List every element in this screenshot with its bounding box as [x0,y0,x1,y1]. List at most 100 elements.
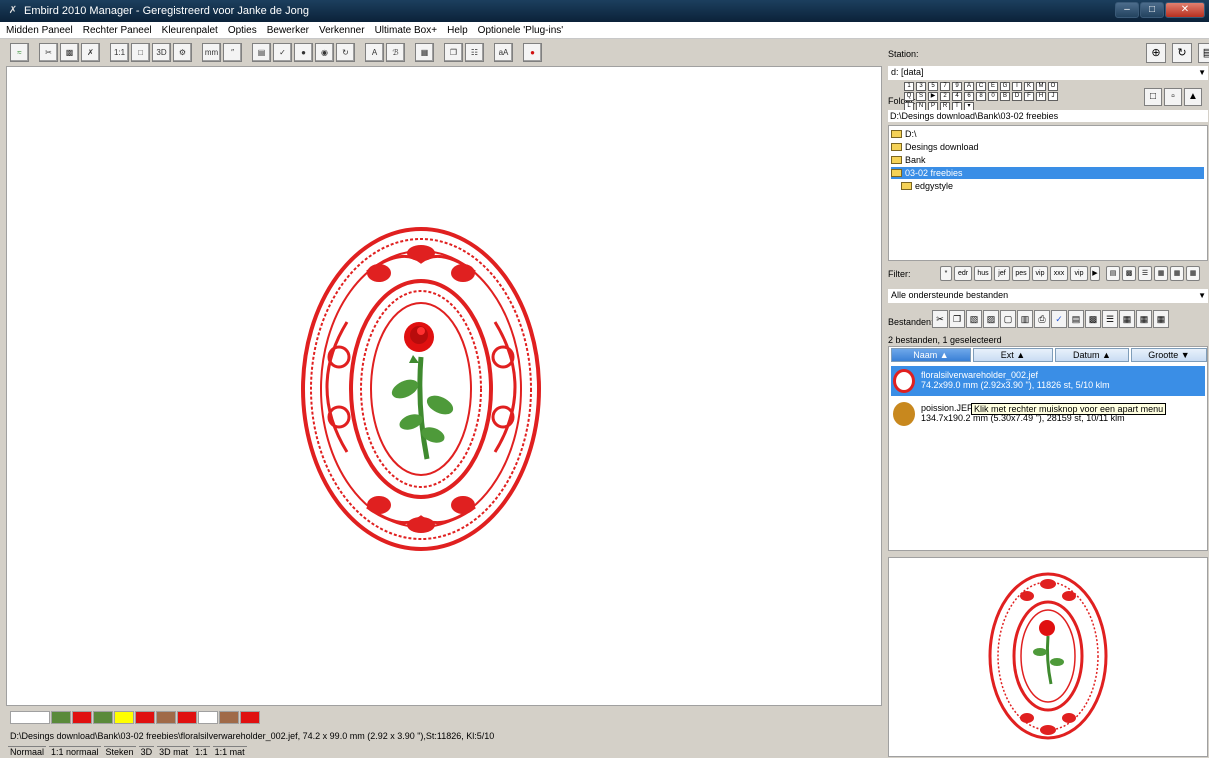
tab-1-1-mat[interactable]: 1:1 mat [212,746,247,758]
folder-letter-button[interactable]: ▶ [928,92,938,101]
drive-select[interactable]: d: [data] ▼ [888,66,1208,80]
menu-ultimate-box[interactable]: Ultimate Box+ [375,25,438,36]
menu-kleurenpalet[interactable]: Kleurenpalet [162,25,218,36]
key-icon[interactable]: ● [523,42,542,62]
color-swatch[interactable] [93,711,113,724]
filter-jef-button[interactable]: jef [994,266,1010,281]
copy-icon[interactable]: ❐ [444,42,463,62]
view-details-icon[interactable]: ☰ [1138,266,1152,281]
folder-letter-button[interactable]: 8 [976,92,986,101]
text-aa-button[interactable]: aA [494,42,513,62]
menu-bewerker[interactable]: Bewerker [267,25,309,36]
rotate-icon[interactable]: ↻ [336,42,355,62]
filter-pes-button[interactable]: pes [1012,266,1030,281]
filter-all-button[interactable]: * [940,266,952,281]
settings-icon[interactable]: ☷ [465,42,484,62]
folder-letter-button[interactable]: 1 [904,82,914,91]
scissors-icon[interactable]: ✂ [39,42,58,62]
filter-edr-button[interactable]: edr [954,266,972,281]
folder-letter-button[interactable]: F [1024,92,1034,101]
zoom-icon[interactable]: ⊕ [1146,43,1166,63]
folder-icon[interactable]: ▫ [1164,88,1182,106]
view-small-icon[interactable]: ▦ [1119,310,1135,328]
needle-icon[interactable]: ✓ [273,42,292,62]
design-canvas[interactable] [6,66,882,706]
folder-letter-button[interactable]: O [1048,82,1058,91]
view-tree-icon[interactable]: ▩ [1085,310,1101,328]
folder-letter-button[interactable]: I [1012,82,1022,91]
save-icon[interactable]: ▦ [415,42,434,62]
maximize-button[interactable]: □ [1140,2,1164,18]
folder-letter-button[interactable]: Q [904,92,914,101]
tab-normaal[interactable]: Normaal [8,746,47,758]
view-medium-icon[interactable]: ▦ [1136,310,1152,328]
folder-letter-button[interactable]: J [1048,92,1058,101]
filter-vip2-button[interactable]: vip [1070,266,1088,281]
folder-letter-button[interactable]: 2 [940,92,950,101]
view-3d-button[interactable]: 3D [152,42,171,62]
file-type-select[interactable]: Alle ondersteunde bestanden ▼ [888,289,1208,303]
folder-letter-button[interactable]: 0 [988,92,998,101]
close-button[interactable]: ✕ [1165,2,1205,18]
new-folder-icon[interactable]: □ [1144,88,1162,106]
zoom-1-1-button[interactable]: 1:1 [110,42,129,62]
color-swatch[interactable] [114,711,134,724]
print-icon[interactable]: ⎙ [1034,310,1050,328]
folder-letter-button[interactable]: G [1000,82,1010,91]
col-ext[interactable]: Ext ▲ [973,348,1053,362]
play-icon[interactable]: ▶ [1090,266,1100,281]
tab-3d-mat[interactable]: 3D mat [157,746,191,758]
tab-steken[interactable]: Steken [103,746,136,758]
col-grootte[interactable]: Grootte ▼ [1131,348,1207,362]
folder-letter-button[interactable]: 5 [928,82,938,91]
hoop2-icon[interactable]: ◉ [315,42,334,62]
view-medium-icon[interactable]: ▦ [1170,266,1184,281]
view-tree-icon[interactable]: ▩ [1122,266,1136,281]
color-swatch[interactable] [51,711,71,724]
tree-node-selected[interactable]: 03-02 freebies [891,167,1204,179]
paste-icon[interactable]: ▧ [966,310,982,328]
folder-letter-button[interactable]: C [976,82,986,91]
copy-icon[interactable]: ❐ [949,310,965,328]
cut-icon[interactable]: ✂ [932,310,948,328]
color-swatch[interactable] [177,711,197,724]
folder-letter-button[interactable]: 6 [964,92,974,101]
folder-letter-button[interactable]: 4 [952,92,962,101]
menu-midden-paneel[interactable]: Midden Paneel [6,25,73,36]
tree-node[interactable]: D:\ [891,128,917,140]
folder-letter-button[interactable]: S [916,92,926,101]
menu-help[interactable]: Help [447,25,468,36]
refresh-icon[interactable]: ↻ [1172,43,1192,63]
tree-node[interactable]: Desings download [891,141,979,153]
color-swatch[interactable] [198,711,218,724]
folder-letter-button[interactable]: 9 [952,82,962,91]
embroidery-view-icon[interactable]: ⚙ [173,42,192,62]
color-swatch[interactable] [10,711,50,724]
menu-plugins[interactable]: Optionele 'Plug-ins' [478,25,564,36]
filter-hus-button[interactable]: hus [974,266,992,281]
view-large-icon[interactable]: ▦ [1186,266,1200,281]
view-list-icon[interactable]: ▤ [1068,310,1084,328]
folder-letter-button[interactable]: K [1024,82,1034,91]
color-swatch[interactable] [72,711,92,724]
view-details-icon[interactable]: ☰ [1102,310,1118,328]
folder-up-icon[interactable]: ▲ [1184,88,1202,106]
col-naam[interactable]: Naam ▲ [891,348,971,362]
file-row-selected[interactable]: floralsilverwareholder_002.jef 74.2x99.0… [891,366,1205,396]
move-icon[interactable]: ▥ [1017,310,1033,328]
color-swatch[interactable] [135,711,155,724]
tab-3d[interactable]: 3D [138,746,155,758]
text-a-button[interactable]: A [365,42,384,62]
check-icon[interactable]: ✓ [1051,310,1067,328]
minimize-button[interactable]: – [1115,2,1139,18]
folder-letter-button[interactable]: E [988,82,998,91]
color-swatch[interactable] [219,711,239,724]
menu-opties[interactable]: Opties [228,25,257,36]
view-small-icon[interactable]: ▦ [1154,266,1168,281]
tree-node[interactable]: Bank [891,154,926,166]
folder-letter-button[interactable]: D [1012,92,1022,101]
filter-vip-button[interactable]: vip [1032,266,1048,281]
hoop-icon[interactable]: ● [294,42,313,62]
tab-1-1-normaal[interactable]: 1:1 normaal [49,746,101,758]
color-swatch[interactable] [240,711,260,724]
